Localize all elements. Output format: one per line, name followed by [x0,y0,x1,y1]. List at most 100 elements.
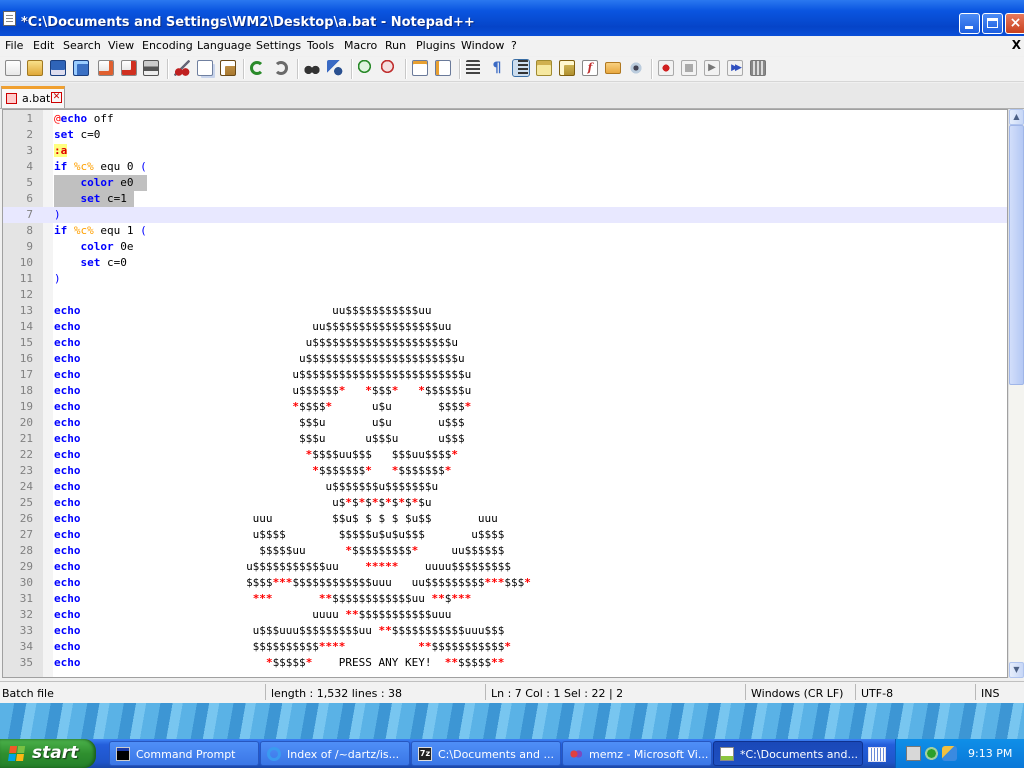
echo-line-text: echo $$$$$$$$$$**** **$$$$$$$$$$$* [54,639,511,655]
code-line: 1 @echo off [3,111,1007,127]
code-line: 16 echo u$$$$$$$$$$$$$$$$$$$$$$$u [3,351,1007,367]
indent-guide-icon[interactable] [512,59,530,77]
echo-line-text: echo $$$u u$$$u u$$$ [54,431,465,447]
window-title: *C:\Documents and Settings\WM2\Desktop\a… [21,15,475,30]
monitor-icon[interactable] [628,60,644,76]
taskbar-item-7zip[interactable]: 7z C:\Documents and ... [411,741,561,766]
sync-vertical-icon[interactable] [412,60,428,76]
menu-plugins[interactable]: Plugins [416,39,455,52]
code-editor[interactable]: 1 @echo off 2 set c=0 3:a 4 if %c% equ 0 ( … [2,109,1008,678]
tab-close-icon[interactable]: ✕ [51,92,62,103]
new-file-icon[interactable] [5,60,21,76]
scroll-down-button[interactable]: ▼ [1009,662,1024,678]
tab-a-bat[interactable]: a.bat ✕ [1,86,65,108]
user-defined-language-icon[interactable] [536,60,552,76]
scroll-up-button[interactable]: ▲ [1009,109,1024,125]
speaker-icon[interactable] [942,746,957,761]
code-line: 22 echo *$$$$uu$$$ $$$uu$$$$* [3,447,1007,463]
keyboard-language-icon[interactable] [868,747,886,762]
line-number: 2 [26,128,33,141]
vertical-scrollbar[interactable]: ▲ ▼ [1008,109,1024,678]
code-line: 20 echo $$$u u$u u$$$ [3,415,1007,431]
undo-icon[interactable] [250,61,264,75]
copy-icon[interactable] [197,60,213,76]
line-number: 12 [19,288,33,301]
replace-icon[interactable] [327,60,343,76]
close-button[interactable]: × [1005,13,1024,34]
menu-search[interactable]: Search [63,39,101,52]
red-asterisk: * [385,496,392,509]
line-number: 3 [26,144,33,157]
close-all-icon[interactable] [121,60,137,76]
start-button[interactable]: start [0,739,96,768]
art-text: u$$$$$$$$$$$uu [80,560,366,573]
title-bar[interactable]: *C:\Documents and Settings\WM2\Desktop\a… [0,0,1024,36]
menu-run[interactable]: Run [385,39,406,52]
red-asterisk: ***** [365,560,399,573]
zoom-in-icon[interactable] [358,60,374,76]
taskbar-item-command-prompt[interactable]: Command Prompt [109,741,259,766]
record-macro-icon[interactable] [658,60,674,76]
code-line: 9 color 0e [3,239,1007,255]
play-macro-icon[interactable]: ▶ [704,60,720,76]
menu-window[interactable]: Window [461,39,504,52]
menu-macro[interactable]: Macro [344,39,377,52]
minimize-button[interactable] [959,13,980,34]
menu-file[interactable]: File [5,39,23,52]
menu-view[interactable]: View [108,39,134,52]
echo-keyword: echo [54,480,81,493]
taskbar-item-internet-explorer[interactable]: Index of /~dartz/is... [260,741,410,766]
folder-as-workspace-icon[interactable] [605,62,621,74]
save-icon[interactable] [50,60,66,76]
menu-tools[interactable]: Tools [307,39,334,52]
sync-horizontal-icon[interactable] [435,60,451,76]
maximize-button[interactable] [982,13,1003,34]
word-wrap-icon[interactable] [466,60,480,76]
save-macro-icon[interactable] [750,60,766,76]
menu-settings[interactable]: Settings [256,39,301,52]
art-text [81,656,266,669]
system-tray: 9:13 PM [895,739,1024,768]
status-separator [485,684,486,700]
open-file-icon[interactable] [27,60,43,76]
zoom-out-icon[interactable] [381,60,397,76]
art-text: u$ [80,496,346,509]
menu-edit[interactable]: Edit [33,39,54,52]
run-macro-multiple-icon[interactable]: ▶▶ [727,60,743,76]
menu-language[interactable]: Language [197,39,251,52]
save-all-icon[interactable] [73,60,89,76]
close-icon[interactable] [98,60,114,76]
menu-help[interactable]: ? [511,39,517,52]
echo-line-text: echo $$$u u$u u$$$ [54,415,465,431]
code-line: 23 echo *$$$$$$$* *$$$$$$$* [3,463,1007,479]
security-icon[interactable] [924,746,939,761]
doc-map-icon[interactable] [559,60,575,76]
cut-icon[interactable] [174,60,190,76]
status-encoding: UTF-8 [861,687,894,700]
find-icon[interactable] [304,60,320,76]
line-text: if %c% equ 1 ( [54,224,147,237]
network-icon[interactable] [906,746,921,761]
line-text: color 0e [80,240,134,253]
print-icon[interactable] [143,60,159,76]
menu-encoding[interactable]: Encoding [142,39,193,52]
status-separator [265,684,266,700]
show-all-chars-icon[interactable]: ¶ [489,60,505,76]
redo-icon[interactable] [274,61,288,75]
scroll-thumb[interactable] [1009,125,1024,385]
code-line: 5 color e0 [3,175,1007,191]
code-lines: 1 @echo off 2 set c=0 3:a 4 if %c% equ 0 ( … [3,111,1007,671]
stop-macro-icon[interactable] [681,60,697,76]
red-asterisk: ** [345,608,359,621]
taskbar-item-visual-studio[interactable]: memz - Microsoft Vi... [562,741,712,766]
taskbar-item-notepad-plus-plus[interactable]: *C:\Documents and... [713,741,863,766]
art-text [398,384,418,397]
function-list-icon[interactable]: f [582,60,598,76]
status-eol: Windows (CR LF) [751,687,844,700]
paste-icon[interactable] [220,60,236,76]
echo-keyword: echo [54,352,81,365]
code-line: 26 echo uuu $$u$ $ $ $ $u$$ uuu [3,511,1007,527]
document-close-icon[interactable]: X [1012,38,1021,52]
code-line: 18 echo u$$$$$$* *$$$* *$$$$$$u [3,383,1007,399]
line-number: 1 [26,112,33,125]
